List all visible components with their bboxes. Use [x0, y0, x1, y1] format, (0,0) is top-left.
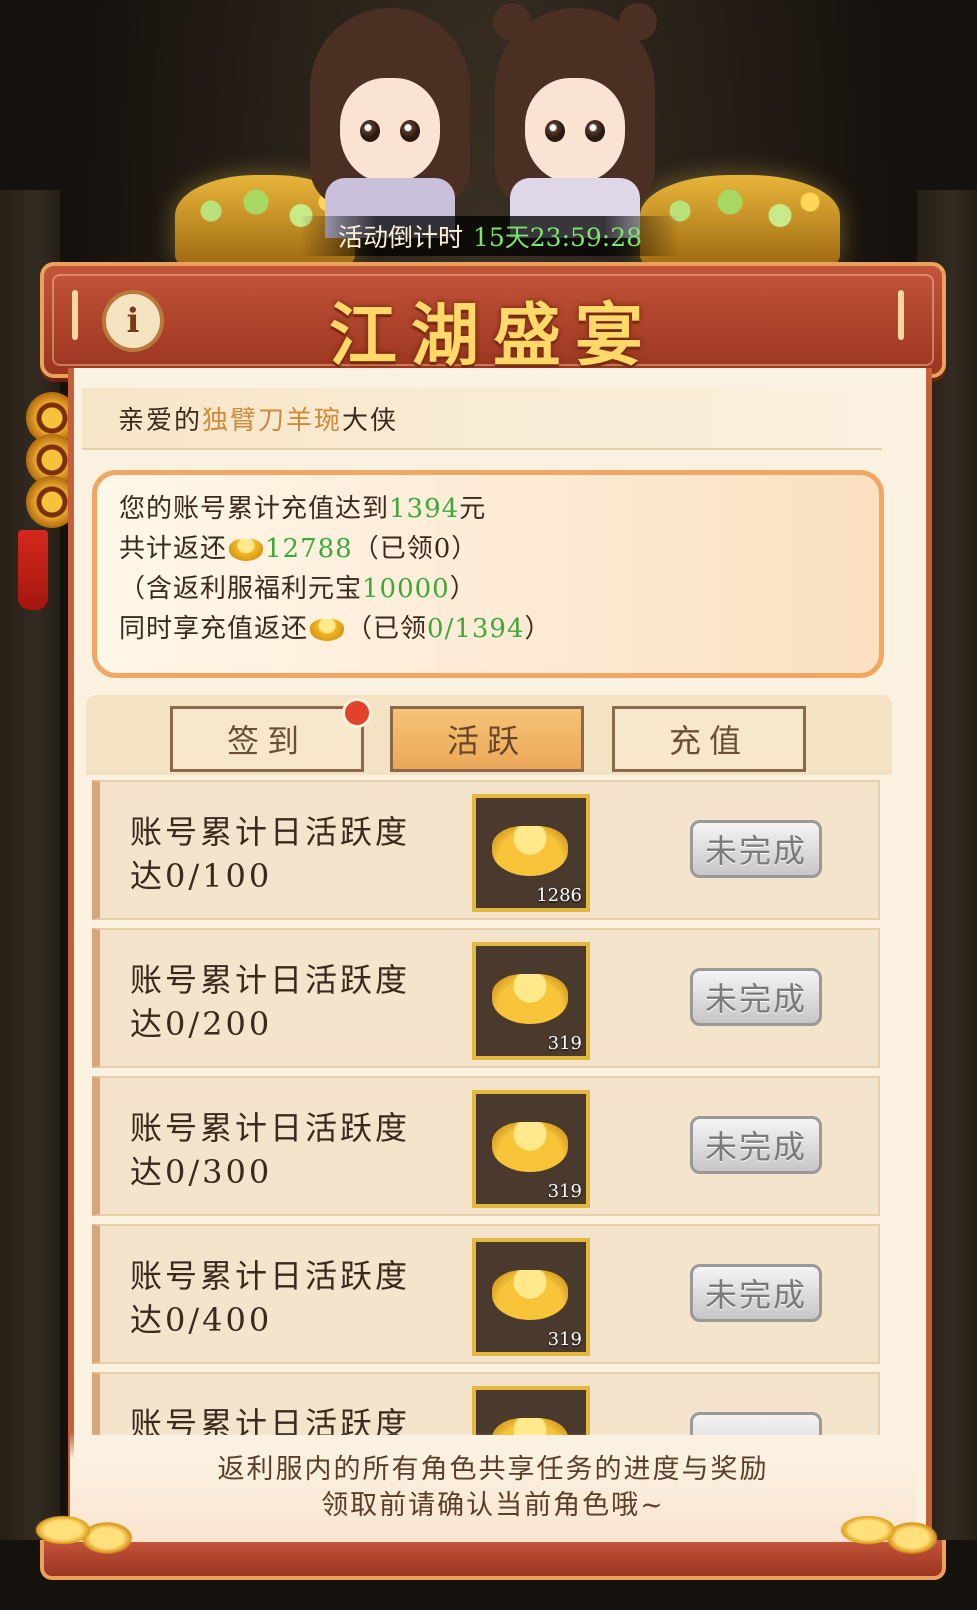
summary-line-2: 共计返还 12788（已领0） — [119, 534, 479, 564]
reward-slot[interactable]: 319 — [472, 1238, 590, 1356]
panel-bottom-frame — [40, 1540, 946, 1580]
status-button[interactable]: 未完成 — [690, 820, 822, 878]
summary-line-1: 您的账号累计充值达到1394元 — [119, 494, 487, 524]
gold-ingot-icon — [229, 539, 264, 561]
reward-slot[interactable]: 319 — [472, 942, 590, 1060]
task-row: 账号累计日活跃度 达0/200 319 未完成 — [92, 928, 880, 1068]
reward-quantity: 319 — [547, 1181, 582, 1202]
footer-note: 返利服内的所有角色共享任务的进度与奖励 领取前请确认当前角色哦~ — [70, 1432, 916, 1542]
title-banner: 江湖盛宴 — [40, 262, 946, 378]
player-name: 独臂刀羊琬 — [202, 405, 343, 436]
title-left-ornament — [72, 290, 78, 340]
status-button[interactable]: 未完成 — [690, 1264, 822, 1322]
task-row: 账号累计日活跃度 达0/300 319 未完成 — [92, 1076, 880, 1216]
gold-ingot-icon — [492, 974, 568, 1024]
gold-ingot-icon — [310, 619, 345, 641]
title-right-ornament — [898, 290, 904, 340]
tab-activity[interactable]: 活跃 — [390, 706, 584, 772]
task-description: 账号累计日活跃度 达0/100 — [130, 813, 411, 895]
task-description: 账号累计日活跃度 达0/200 — [130, 961, 411, 1043]
task-row: 账号累计日活跃度 达0/400 319 未完成 — [92, 1224, 880, 1364]
tab-sign-in[interactable]: 签到 — [170, 706, 364, 772]
task-list[interactable]: 账号累计日活跃度 达0/100 1286 未完成 账号累计日活跃度 达0/200 3… — [92, 780, 882, 1435]
info-icon[interactable]: i — [102, 290, 164, 352]
summary-line-3: （含返利服福利元宝10000） — [119, 574, 477, 604]
reward-quantity: 319 — [547, 1329, 582, 1350]
countdown-label: 活动倒计时 — [337, 223, 463, 252]
countdown-bar: 活动倒计时 15天23:59:28 — [300, 216, 680, 256]
reward-quantity: 319 — [547, 1033, 582, 1054]
reward-slot[interactable] — [472, 1386, 590, 1435]
reward-slot[interactable]: 319 — [472, 1090, 590, 1208]
task-description: 账号累计日活跃度 — [130, 1405, 411, 1435]
gold-ingot-icon — [30, 1490, 140, 1570]
tassel-ornament — [18, 530, 48, 610]
recharge-summary: 您的账号累计充值达到1394元 共计返还 12788（已领0） （含返利服福利元宝… — [92, 470, 884, 678]
greeting: 亲爱的 独臂刀羊琬 大侠 — [82, 388, 882, 450]
status-button[interactable]: 未完成 — [690, 1116, 822, 1174]
summary-line-4: 同时享充值返还 （已领0/1394） — [119, 614, 552, 644]
task-description: 账号累计日活跃度 达0/400 — [130, 1257, 411, 1339]
character-right — [485, 3, 665, 238]
notification-badge — [342, 698, 372, 728]
task-row: 账号累计日活跃度 达0/100 1286 未完成 — [92, 780, 880, 920]
status-button[interactable]: 未完成 — [690, 968, 822, 1026]
gold-ingot-icon — [492, 826, 568, 876]
reward-quantity: 1286 — [536, 885, 582, 906]
gold-ingot-icon — [835, 1490, 945, 1570]
countdown-time: 15天23:59:28 — [472, 223, 643, 252]
gold-ingot-icon — [492, 1122, 568, 1172]
character-left — [300, 8, 480, 238]
task-description: 账号累计日活跃度 达0/300 — [130, 1109, 411, 1191]
tab-recharge[interactable]: 充值 — [612, 706, 806, 772]
reward-slot[interactable]: 1286 — [472, 794, 590, 912]
gold-ingot-icon — [492, 1270, 568, 1320]
page-title: 江湖盛宴 — [328, 296, 657, 376]
task-row: 账号累计日活跃度 — [92, 1372, 880, 1435]
